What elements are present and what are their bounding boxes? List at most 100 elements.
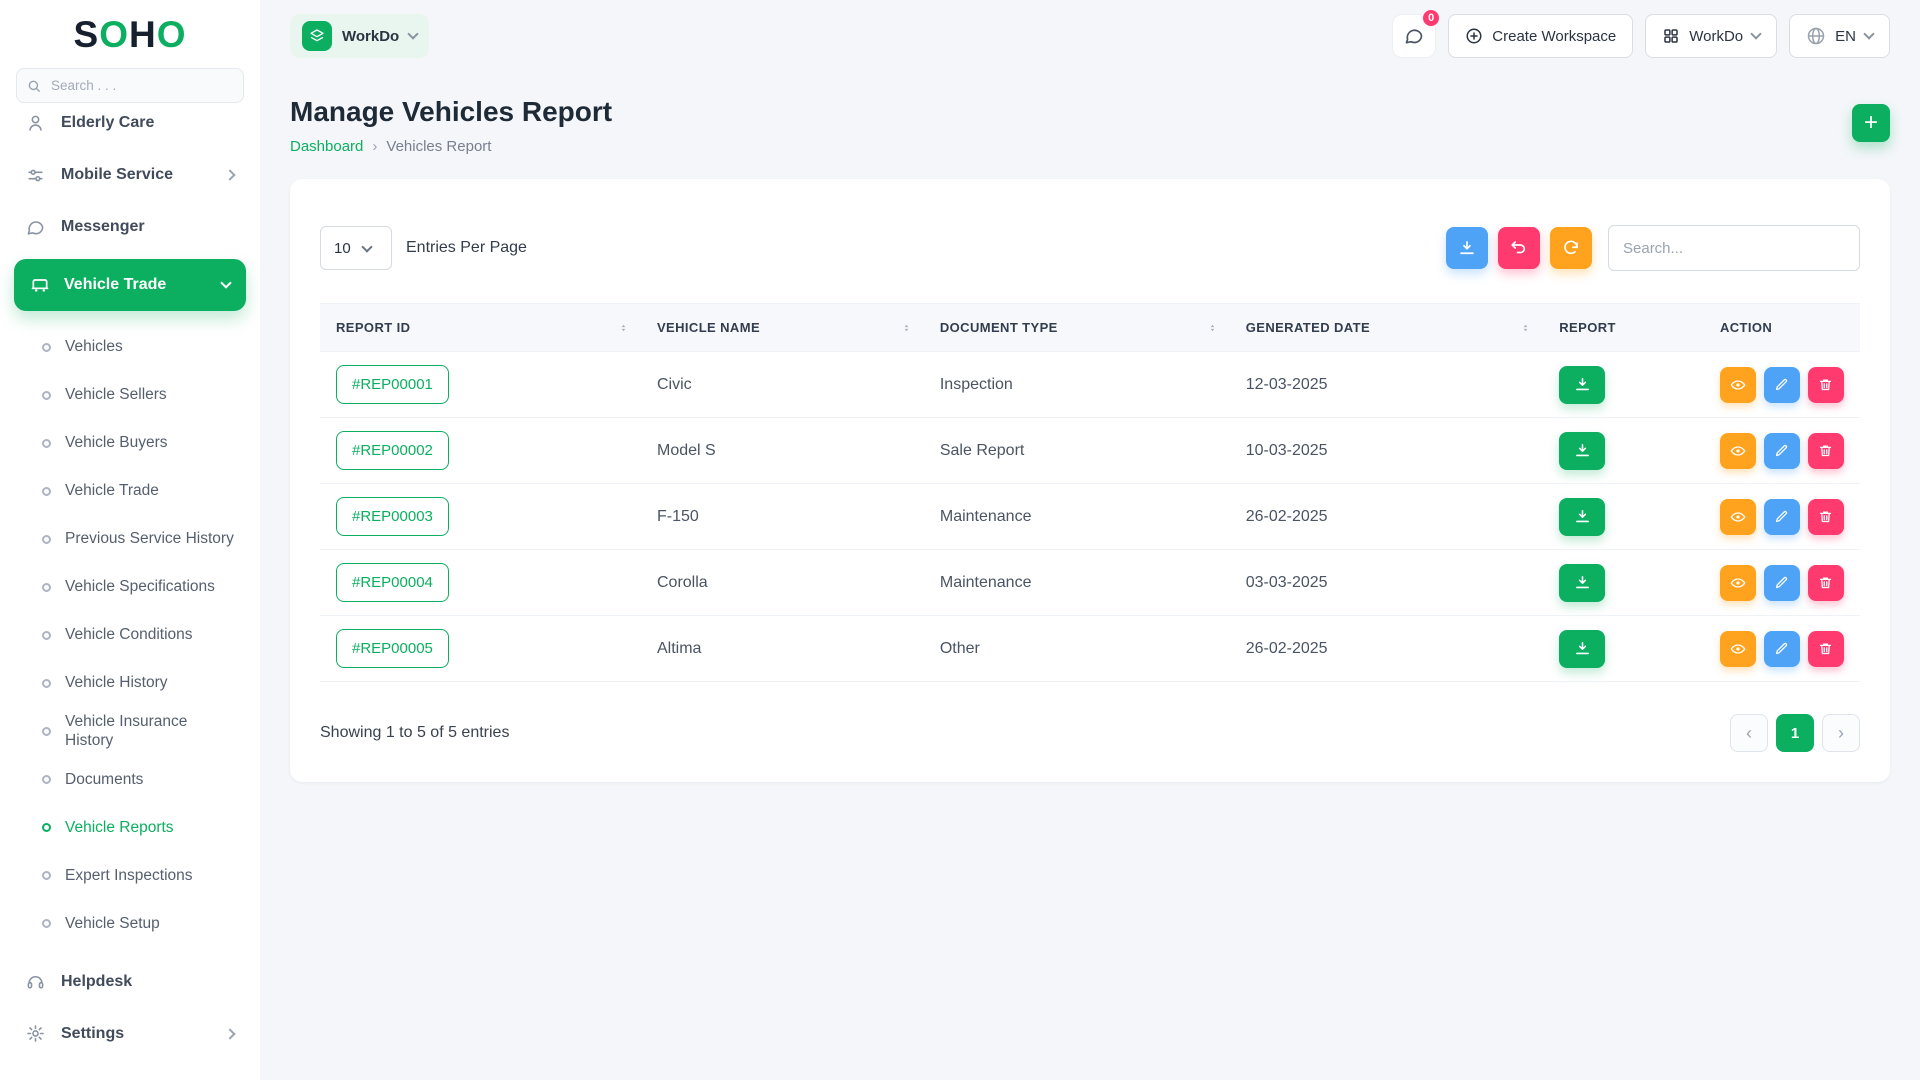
- view-button[interactable]: [1719, 564, 1756, 601]
- brand-logo[interactable]: SOHO: [0, 0, 260, 64]
- create-workspace-label: Create Workspace: [1492, 27, 1617, 45]
- sidebar-subitem-vehicles[interactable]: Vehicles: [0, 323, 260, 371]
- sidebar-item-mobile-service[interactable]: Mobile Service: [0, 149, 260, 201]
- page-title: Manage Vehicles Report: [290, 96, 613, 127]
- undo-arrow-icon: [1510, 239, 1528, 257]
- page-1-button[interactable]: 1: [1776, 714, 1814, 752]
- sidebar-item-elderly-care[interactable]: Elderly Care: [0, 113, 260, 149]
- sidebar-item-settings[interactable]: Settings: [0, 1008, 260, 1060]
- sidebar-subitem-label: Documents: [65, 771, 144, 789]
- submenu-bullet-icon: [42, 390, 51, 400]
- messages-button[interactable]: 0: [1392, 8, 1442, 58]
- next-page-button[interactable]: ›: [1822, 714, 1860, 752]
- download-report-button[interactable]: [1559, 431, 1606, 470]
- view-button[interactable]: [1719, 630, 1756, 667]
- column-header-document-type[interactable]: DOCUMENT TYPE: [923, 303, 1230, 352]
- document-type-cell: Inspection: [923, 351, 1230, 418]
- sidebar-subitem-documents[interactable]: Documents: [0, 756, 260, 804]
- sidebar-subitem-vehicle-insurance-history[interactable]: Vehicle Insurance History: [0, 707, 260, 756]
- export-button[interactable]: [1446, 227, 1488, 269]
- vehicle-name-cell: Altima: [640, 615, 924, 682]
- sidebar-subitem-vehicle-reports[interactable]: Vehicle Reports: [0, 804, 260, 852]
- edit-button[interactable]: [1763, 366, 1800, 403]
- delete-button[interactable]: [1807, 366, 1844, 403]
- table-search-input[interactable]: [1608, 225, 1860, 271]
- sidebar-search-input[interactable]: [16, 68, 244, 103]
- sidebar-subitem-vehicle-buyers[interactable]: Vehicle Buyers: [0, 419, 260, 467]
- sidebar-subitem-vehicle-trade[interactable]: Vehicle Trade: [0, 467, 260, 515]
- sidebar-subitem-previous-service-history[interactable]: Previous Service History: [0, 515, 260, 563]
- column-header-report-id[interactable]: REPORT ID: [320, 303, 641, 352]
- row-actions: [1719, 564, 1844, 601]
- add-report-button[interactable]: +: [1852, 104, 1890, 142]
- row-actions: [1719, 432, 1844, 469]
- submenu-bullet-icon: [42, 438, 51, 448]
- sidebar-item-label: Vehicle Trade: [64, 276, 167, 293]
- sidebar-subitem-vehicle-sellers[interactable]: Vehicle Sellers: [0, 371, 260, 419]
- eye-icon: [1730, 509, 1746, 525]
- sidebar: SOHO Elderly Care Mobile Service: [0, 0, 260, 1080]
- sidebar-search: [16, 68, 244, 103]
- sidebar-subitem-expert-inspections[interactable]: Expert Inspections: [0, 852, 260, 900]
- sidebar-subitem-label: Vehicle Sellers: [65, 386, 167, 404]
- language-selector[interactable]: EN: [1789, 14, 1890, 58]
- delete-button[interactable]: [1807, 498, 1844, 535]
- delete-button[interactable]: [1807, 630, 1844, 667]
- column-header-generated-date[interactable]: GENERATED DATE: [1229, 303, 1544, 352]
- submenu-bullet-icon: [42, 342, 51, 352]
- workspace-switcher[interactable]: WorkDo: [290, 14, 430, 58]
- sidebar-item-label: Helpdesk: [61, 972, 133, 990]
- sidebar-item-helpdesk[interactable]: Helpdesk: [0, 956, 260, 1008]
- edit-button[interactable]: [1763, 630, 1800, 667]
- edit-button[interactable]: [1763, 564, 1800, 601]
- sidebar-subitem-vehicle-specifications[interactable]: Vehicle Specifications: [0, 563, 260, 611]
- sidebar-subitem-vehicle-history[interactable]: Vehicle History: [0, 659, 260, 707]
- create-workspace-button[interactable]: Create Workspace: [1448, 14, 1634, 58]
- generated-date-cell: 26-02-2025: [1229, 483, 1544, 550]
- sidebar-item-label: Elderly Care: [61, 114, 155, 131]
- chat-icon: [26, 218, 45, 237]
- sidebar-subitem-vehicle-conditions[interactable]: Vehicle Conditions: [0, 611, 260, 659]
- reset-button[interactable]: [1498, 227, 1540, 269]
- submenu-bullet-icon: [42, 775, 51, 785]
- edit-button[interactable]: [1763, 498, 1800, 535]
- view-button[interactable]: [1719, 432, 1756, 469]
- download-report-button[interactable]: [1559, 563, 1606, 602]
- sidebar-item-messenger[interactable]: Messenger: [0, 201, 260, 253]
- refresh-button[interactable]: [1550, 227, 1592, 269]
- download-report-button[interactable]: [1559, 365, 1606, 404]
- download-report-button[interactable]: [1559, 497, 1606, 536]
- breadcrumb-separator-icon: ›: [372, 138, 378, 155]
- layers-icon: [302, 21, 332, 51]
- document-type-cell: Maintenance: [923, 483, 1230, 550]
- topbar-actions: 0 Create Workspace WorkDo EN: [1392, 8, 1890, 58]
- vehicle-name-cell: Civic: [640, 351, 924, 418]
- entries-per-page-select[interactable]: 10: [320, 226, 392, 270]
- edit-button[interactable]: [1763, 432, 1800, 469]
- main-area: WorkDo 0 Create Workspace WorkDo EN Mana…: [260, 0, 1920, 782]
- sidebar-item-vehicle-trade[interactable]: Vehicle Trade: [14, 259, 246, 311]
- sidebar-subitem-label: Vehicle Conditions: [65, 626, 193, 644]
- sidebar-subitem-vehicle-setup[interactable]: Vehicle Setup: [0, 900, 260, 948]
- sidebar-item-label: Settings: [61, 1024, 125, 1042]
- delete-button[interactable]: [1807, 564, 1844, 601]
- row-actions: [1719, 630, 1844, 667]
- entries-value: 10: [334, 239, 351, 257]
- workdo-menu-button[interactable]: WorkDo: [1645, 14, 1778, 58]
- chevron-down-icon: [1750, 28, 1762, 40]
- brand-letter: O: [156, 14, 187, 55]
- breadcrumb-dashboard-link[interactable]: Dashboard: [290, 138, 363, 155]
- sidebar-nav: Elderly Care Mobile Service Messenger Ve…: [0, 113, 260, 1080]
- view-button[interactable]: [1719, 498, 1756, 535]
- view-button[interactable]: [1719, 366, 1756, 403]
- sliders-icon: [26, 166, 45, 185]
- sidebar-item-label: Messenger: [61, 218, 145, 235]
- download-report-button[interactable]: [1559, 629, 1606, 668]
- submenu-bullet-icon: [42, 871, 51, 881]
- document-type-cell: Sale Report: [923, 417, 1230, 484]
- column-header-vehicle-name[interactable]: VEHICLE NAME: [640, 303, 924, 352]
- prev-page-button[interactable]: ‹: [1730, 714, 1768, 752]
- car-icon: [30, 275, 50, 295]
- trash-icon: [1818, 443, 1833, 458]
- delete-button[interactable]: [1807, 432, 1844, 469]
